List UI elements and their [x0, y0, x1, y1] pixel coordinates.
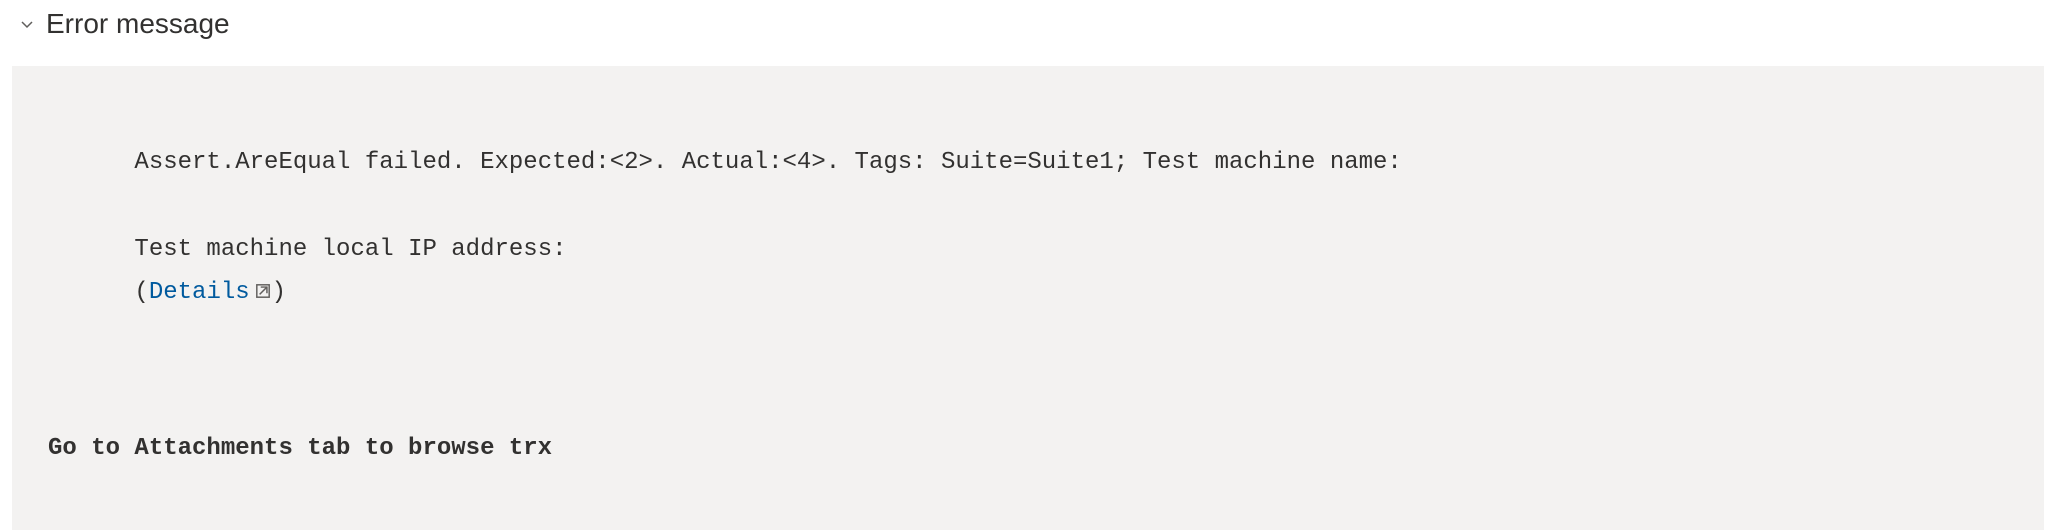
error-line-2-prefix: Test machine local IP address:: [134, 236, 580, 263]
details-paren-open: (: [134, 279, 148, 306]
external-link-icon: [254, 282, 272, 300]
details-link[interactable]: Details: [149, 279, 272, 306]
attachments-hint: Go to Attachments tab to browse trx: [48, 427, 2008, 470]
error-line-1: Assert.AreEqual failed. Expected:<2>. Ac…: [134, 149, 1401, 176]
details-link-label: Details: [149, 279, 250, 306]
section-title: Error message: [46, 8, 230, 40]
section-header-toggle[interactable]: Error message: [0, 0, 2056, 48]
error-message-section: Error message Assert.AreEqual failed. Ex…: [0, 0, 2056, 530]
chevron-down-icon: [18, 15, 36, 33]
details-paren-close: ): [272, 279, 286, 306]
error-text: Assert.AreEqual failed. Expected:<2>. Ac…: [48, 98, 2008, 357]
error-message-block: Assert.AreEqual failed. Expected:<2>. Ac…: [12, 66, 2044, 530]
